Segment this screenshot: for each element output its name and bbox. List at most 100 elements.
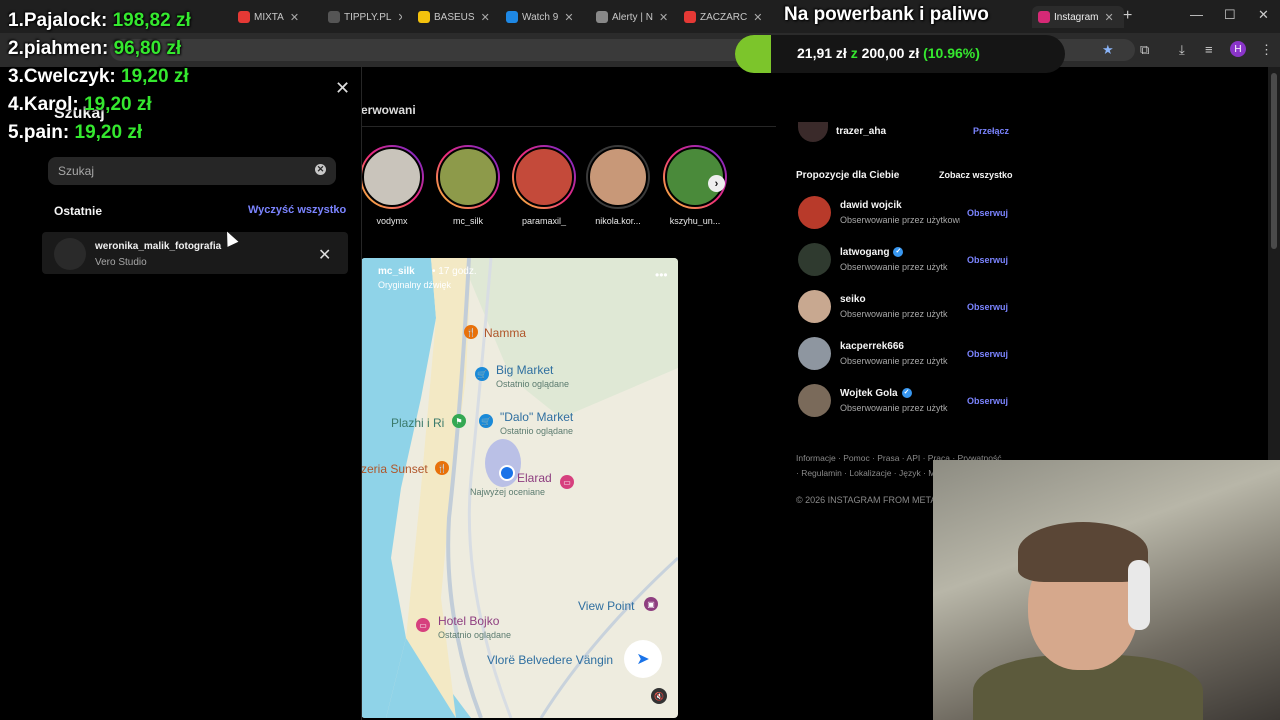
park-pin-icon: ⚑ bbox=[452, 414, 466, 428]
leader-name: 3.Cwelczyk: bbox=[8, 66, 116, 87]
story-item[interactable]: nikola.kor... bbox=[580, 145, 656, 226]
suggestion-name-text: Wojtek Gola bbox=[840, 388, 898, 399]
minimize-icon[interactable]: — bbox=[1190, 7, 1203, 22]
story-item[interactable]: vodymx bbox=[354, 145, 430, 226]
follow-button[interactable]: Obserwuj bbox=[967, 349, 1008, 359]
close-icon[interactable]: ✕ bbox=[335, 78, 350, 99]
close-window-icon[interactable]: ✕ bbox=[1258, 7, 1269, 23]
verified-badge-icon: ✓ bbox=[901, 388, 912, 399]
browser-tab[interactable]: Alerty | N ✕ bbox=[596, 6, 672, 28]
browser-tab[interactable]: ZACZARC ✕ bbox=[684, 6, 768, 28]
suggestion-subtext: Obserwowanie przez użytk bbox=[840, 262, 948, 272]
tab-favicon-icon bbox=[1038, 11, 1050, 23]
map-place-sublabel: Ostatnio oglądane bbox=[496, 379, 570, 389]
tab-close-icon[interactable]: ✕ bbox=[397, 11, 402, 24]
mute-icon[interactable]: 🔇 bbox=[651, 688, 667, 704]
tab-label: TIPPLY.PL bbox=[344, 11, 392, 23]
feed-divider bbox=[361, 126, 776, 127]
tab-label: ZACZARC bbox=[700, 11, 748, 23]
tab-close-icon[interactable]: ✕ bbox=[1104, 11, 1113, 24]
clear-search-icon[interactable]: ✕ bbox=[315, 164, 326, 175]
story-username: paramaxil_ bbox=[521, 216, 567, 226]
extensions-icon[interactable]: ⧉ bbox=[1140, 42, 1149, 58]
tab-favicon-icon bbox=[506, 11, 518, 23]
switch-account-link[interactable]: Przełącz bbox=[973, 126, 1009, 136]
stories-next-icon[interactable]: › bbox=[708, 175, 725, 192]
current-location-dot bbox=[499, 465, 515, 481]
restaurant-pin-icon: 🍴 bbox=[464, 325, 478, 339]
restaurant-pin-icon: 🍴 bbox=[435, 461, 449, 475]
tab-close-icon[interactable]: ✕ bbox=[481, 11, 490, 24]
browser-tab[interactable]: MIXTA ✕ bbox=[238, 6, 318, 28]
media-control-icon[interactable]: ≡ bbox=[1205, 42, 1213, 57]
browser-tab[interactable]: TIPPLY.PL ✕ bbox=[328, 6, 402, 28]
follow-button[interactable]: Obserwuj bbox=[967, 255, 1008, 265]
avatar bbox=[54, 238, 86, 270]
remove-recent-icon[interactable]: ✕ bbox=[318, 245, 331, 265]
verified-badge-icon: ✓ bbox=[893, 247, 904, 258]
search-input[interactable] bbox=[48, 157, 336, 185]
observed-tab-label[interactable]: erwowani bbox=[361, 103, 416, 117]
suggestion-username[interactable]: seiko bbox=[840, 294, 866, 305]
new-tab-icon[interactable]: + bbox=[1123, 7, 1132, 25]
hotel-pin-icon: ▭ bbox=[416, 618, 430, 632]
suggestion-avatar[interactable] bbox=[798, 384, 831, 417]
story-item[interactable]: mc_silk bbox=[430, 145, 506, 226]
post-author[interactable]: mc_silk bbox=[378, 266, 415, 277]
navigate-arrow-icon[interactable]: ➤ bbox=[624, 640, 662, 678]
menu-dots-icon[interactable]: ⋮ bbox=[1260, 42, 1273, 58]
maximize-icon[interactable]: ☐ bbox=[1224, 7, 1236, 23]
follow-button[interactable]: Obserwuj bbox=[967, 302, 1008, 312]
recent-item-username[interactable]: weronika_malik_fotografia bbox=[95, 241, 221, 252]
tab-close-icon[interactable]: ✕ bbox=[659, 11, 668, 24]
leader-name: 2.piahmen: bbox=[8, 38, 109, 59]
scrollbar-thumb[interactable] bbox=[1271, 73, 1277, 249]
map-place-label: Vlorë Belvedere Vängin bbox=[487, 653, 614, 667]
profile-avatar[interactable]: H bbox=[1230, 41, 1246, 57]
suggestion-username[interactable]: kacperrek666 bbox=[840, 341, 904, 352]
follow-button[interactable]: Obserwuj bbox=[967, 208, 1008, 218]
tab-label: MIXTA bbox=[254, 11, 284, 23]
suggestion-username[interactable]: latwogang ✓ bbox=[840, 247, 904, 258]
browser-tab-active[interactable]: Instagram ✕ bbox=[1032, 6, 1124, 28]
recent-search-item[interactable] bbox=[42, 232, 348, 274]
story-item[interactable]: paramaxil_ bbox=[506, 145, 582, 226]
browser-tab[interactable]: Watch 9 ✕ bbox=[506, 6, 582, 28]
suggestion-avatar[interactable] bbox=[798, 243, 831, 276]
donation-current: 21,91 zł bbox=[797, 45, 847, 61]
suggestion-avatar[interactable] bbox=[798, 290, 831, 323]
see-all-link[interactable]: Zobacz wszystko bbox=[939, 170, 1013, 180]
suggestion-avatar[interactable] bbox=[798, 337, 831, 370]
bookmark-star-icon[interactable]: ★ bbox=[1102, 42, 1114, 58]
tab-close-icon[interactable]: ✕ bbox=[753, 11, 762, 24]
post-audio-label[interactable]: Oryginalny dźwięk bbox=[378, 280, 451, 290]
tab-close-icon[interactable]: ✕ bbox=[564, 11, 573, 24]
leader-amount: 19,20 zł bbox=[74, 122, 143, 143]
tab-label: BASEUS bbox=[434, 11, 475, 23]
suggestion-avatar[interactable] bbox=[798, 196, 831, 229]
browser-tab[interactable]: BASEUS ✕ bbox=[418, 6, 494, 28]
story-avatar bbox=[588, 147, 648, 207]
webcam-overlay bbox=[933, 460, 1280, 720]
more-options-icon[interactable]: ••• bbox=[655, 268, 668, 282]
story-ring bbox=[436, 145, 500, 209]
story-username: mc_silk bbox=[452, 216, 483, 226]
post-time: • 17 godz. bbox=[432, 266, 477, 277]
current-username[interactable]: trazer_aha bbox=[836, 126, 886, 137]
story-ring bbox=[512, 145, 576, 209]
donation-separator: z bbox=[850, 45, 858, 61]
suggestion-name-text: latwogang bbox=[840, 247, 890, 258]
suggestion-username[interactable]: dawid wojcik bbox=[840, 200, 902, 211]
clear-all-button[interactable]: Wyczyść wszystko bbox=[248, 204, 346, 216]
story-avatar bbox=[514, 147, 574, 207]
suggestions-title: Propozycje dla Ciebie bbox=[796, 170, 900, 181]
follow-button[interactable]: Obserwuj bbox=[967, 396, 1008, 406]
donation-target: 200,00 zł bbox=[861, 45, 920, 61]
suggestion-username[interactable]: Wojtek Gola ✓ bbox=[840, 388, 912, 399]
leaderboard-entry: 2.piahmen: 96,80 zł bbox=[8, 38, 181, 60]
download-icon[interactable]: ⤓ bbox=[1179, 42, 1185, 58]
map-place-label: "Dalo" Market bbox=[500, 410, 574, 424]
tab-close-icon[interactable]: ✕ bbox=[290, 11, 299, 24]
copyright: © 2026 INSTAGRAM FROM META bbox=[796, 495, 937, 505]
map-place-sublabel: Ostatnio oglądane bbox=[438, 630, 512, 640]
